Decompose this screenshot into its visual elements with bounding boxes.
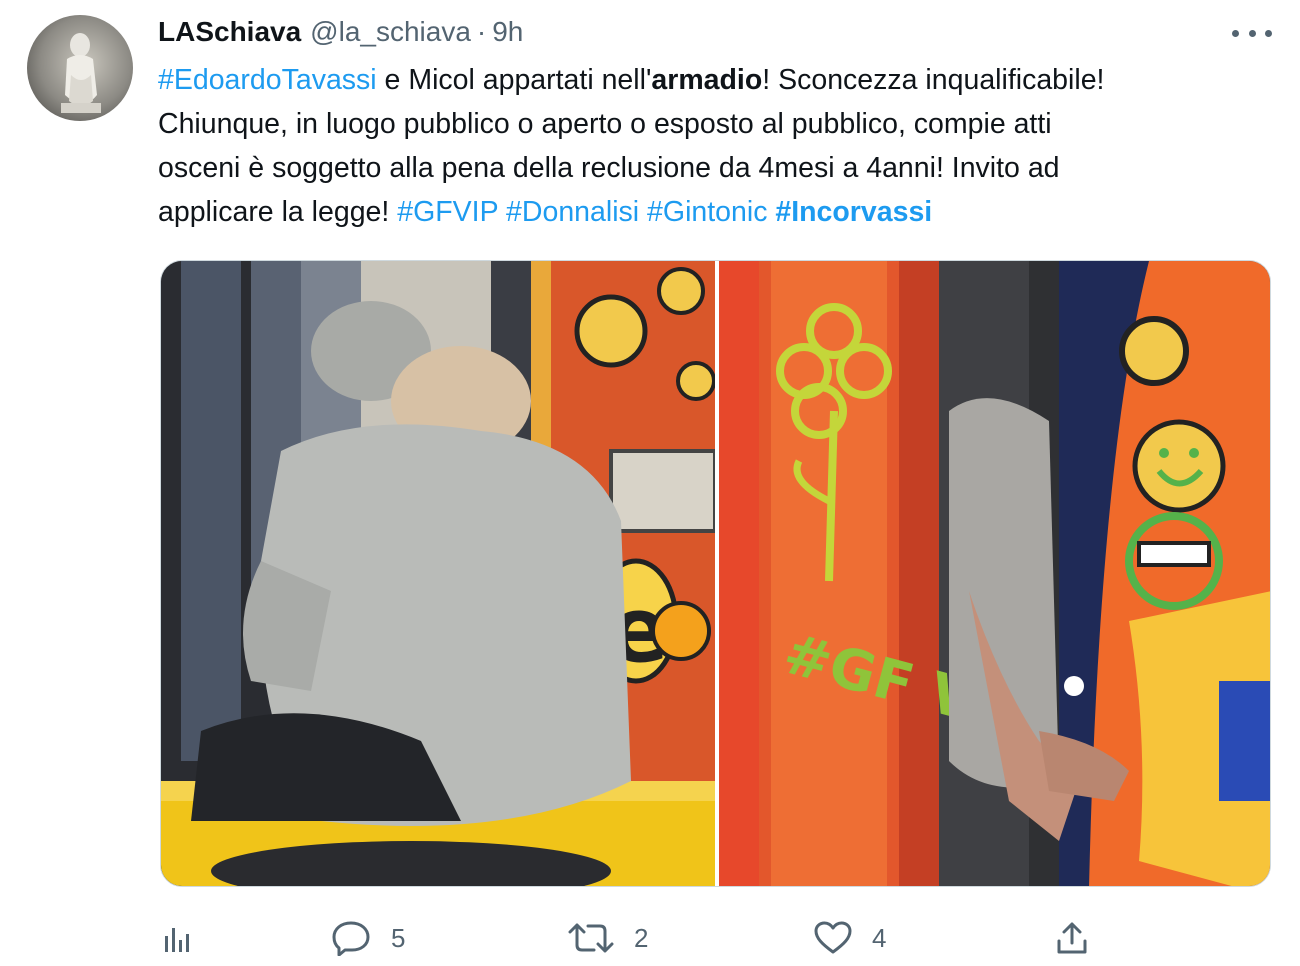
hashtag-link[interactable]: #EdoardoTavassi xyxy=(158,64,377,96)
tweet-media[interactable]: e #GF VIP xyxy=(160,260,1271,887)
tweet-line-3: osceni è soggetto alla pena della reclus… xyxy=(158,152,1060,184)
hashtag-link[interactable]: #Gintonic xyxy=(647,196,767,228)
media-photo-left[interactable]: e xyxy=(161,261,715,886)
avatar[interactable] xyxy=(27,15,133,121)
text-segment: ! Sconcezza inqualificabile! xyxy=(762,64,1105,96)
share-button[interactable] xyxy=(1056,916,1088,960)
statue-avatar-image xyxy=(61,33,101,113)
reply-icon xyxy=(332,921,370,956)
more-dot xyxy=(1248,29,1256,37)
reply-button[interactable]: 5 xyxy=(331,916,405,960)
tweet-line-4: applicare la legge! #GFVIP #Donnalisi #G… xyxy=(158,190,1278,234)
bold-text: armadio xyxy=(651,64,763,96)
tweet-line-2: Chiunque, in luogo pubblico o aperto o e… xyxy=(158,108,1052,140)
hashtag-link[interactable]: #Donnalisi xyxy=(506,196,639,228)
tweet-line-1: #EdoardoTavassi e Micol appartati nell'a… xyxy=(158,58,1278,102)
hashtag-link[interactable]: #Incorvassi xyxy=(775,196,932,228)
text-segment: applicare la legge! xyxy=(158,196,398,228)
retweet-icon xyxy=(568,923,614,953)
photo-left-image: e xyxy=(161,261,715,886)
analytics-icon xyxy=(165,928,189,952)
text-segment: e Micol appartati nell' xyxy=(376,64,652,96)
timestamp[interactable]: 9h xyxy=(492,16,523,48)
tweet-header: LASchiava @la_schiava · 9h xyxy=(158,14,523,50)
like-button[interactable]: 4 xyxy=(814,916,886,960)
heart-icon xyxy=(814,921,852,954)
more-dot xyxy=(1265,29,1272,37)
retweet-count: 2 xyxy=(634,922,649,953)
author-name[interactable]: LASchiava xyxy=(158,16,301,48)
reply-count: 5 xyxy=(391,922,406,953)
more-dot xyxy=(1232,29,1239,37)
like-count: 4 xyxy=(872,922,887,953)
more-options-icon[interactable] xyxy=(1232,27,1272,39)
photo-right-image: #GF VIP xyxy=(719,261,1270,886)
tweet-text: #EdoardoTavassi e Micol appartati nell'a… xyxy=(158,58,1278,234)
hashtag-link[interactable]: #GFVIP xyxy=(397,196,498,228)
author-handle[interactable]: @la_schiava xyxy=(310,16,471,48)
separator: · xyxy=(476,16,487,47)
analytics-button[interactable] xyxy=(162,916,194,960)
media-photo-right[interactable]: #GF VIP xyxy=(719,261,1270,886)
share-icon xyxy=(1057,922,1087,954)
retweet-button[interactable]: 2 xyxy=(568,916,648,960)
tweet-actions: 5 2 4 xyxy=(158,916,1278,960)
